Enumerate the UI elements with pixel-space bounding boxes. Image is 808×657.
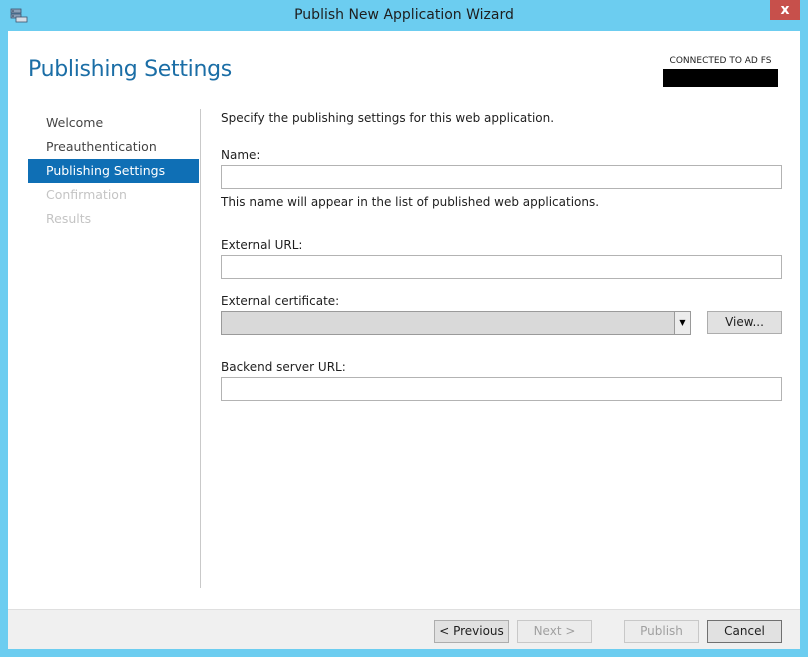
wizard-step-nav: Welcome Preauthentication Publishing Set…: [28, 111, 199, 231]
nav-item-preauthentication[interactable]: Preauthentication: [28, 135, 199, 159]
name-input[interactable]: [221, 165, 782, 189]
redacted-server-name: [663, 69, 778, 87]
external-certificate-select[interactable]: ▼: [221, 311, 691, 335]
server-status-label: CONNECTED TO AD FS: [669, 56, 772, 66]
external-url-input[interactable]: [221, 255, 782, 279]
wizard-footer: < Previous Next > Publish Cancel: [8, 609, 800, 649]
nav-item-publishing-settings[interactable]: Publishing Settings: [28, 159, 199, 183]
window-title: Publish New Application Wizard: [294, 7, 514, 23]
previous-button[interactable]: < Previous: [434, 620, 509, 643]
close-icon: x: [780, 2, 790, 18]
next-button: Next >: [517, 620, 592, 643]
backend-url-label: Backend server URL:: [221, 360, 346, 374]
backend-url-input[interactable]: [221, 377, 782, 401]
name-label: Name:: [221, 148, 261, 162]
chevron-down-icon[interactable]: ▼: [674, 312, 690, 334]
publish-button: Publish: [624, 620, 699, 643]
page-title: Publishing Settings: [28, 57, 232, 82]
wizard-window: Publish New Application Wizard x Publish…: [0, 0, 808, 657]
cancel-button[interactable]: Cancel: [707, 620, 782, 643]
nav-item-results: Results: [46, 211, 92, 226]
wizard-client-area: Publishing Settings CONNECTED TO AD FS W…: [8, 31, 800, 649]
close-button[interactable]: x: [770, 0, 800, 20]
external-url-label: External URL:: [221, 238, 303, 252]
external-certificate-label: External certificate:: [221, 294, 340, 308]
title-bar[interactable]: Publish New Application Wizard x: [0, 0, 808, 31]
nav-divider: [200, 109, 201, 588]
nav-item-welcome[interactable]: Welcome: [28, 111, 199, 135]
form-intro-text: Specify the publishing settings for this…: [221, 111, 555, 125]
name-hint-text: This name will appear in the list of pub…: [221, 195, 600, 209]
view-certificate-button[interactable]: View...: [707, 311, 782, 334]
nav-item-confirmation: Confirmation: [46, 187, 127, 202]
